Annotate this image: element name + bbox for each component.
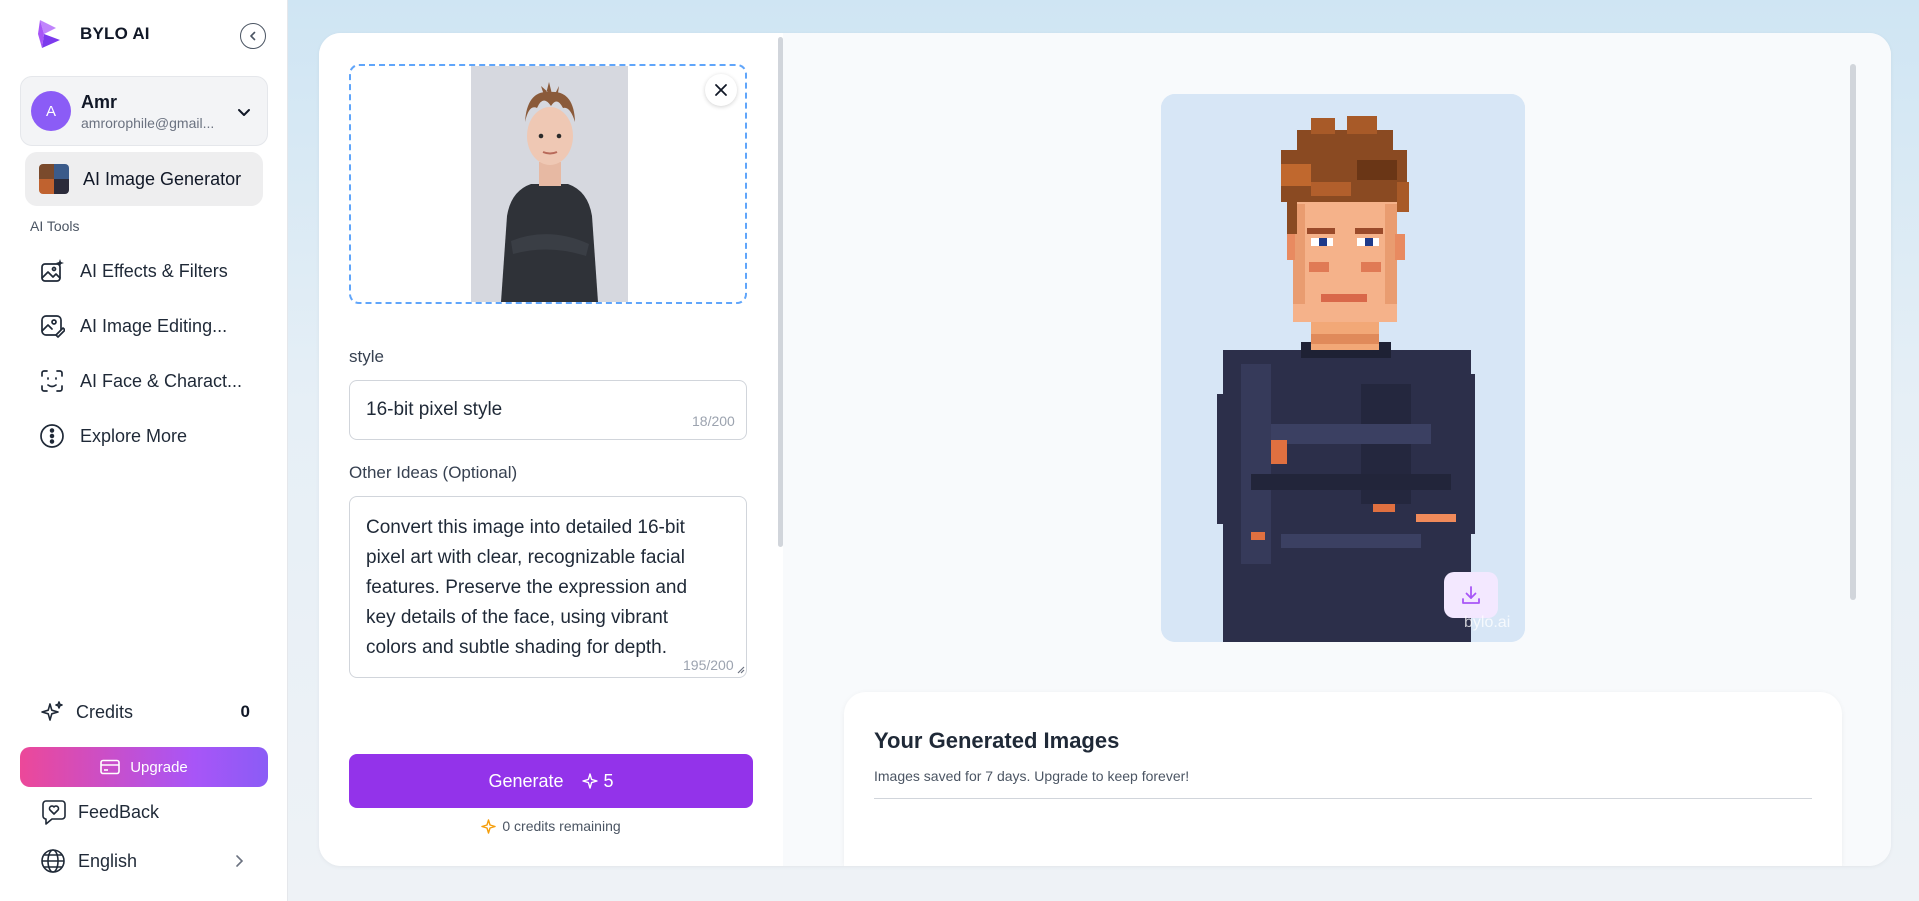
- sidebar-item-label: AI Image Generator: [83, 168, 242, 189]
- image-edit-icon: [38, 312, 66, 340]
- style-counter: 18/200: [692, 413, 735, 429]
- avatar: A: [31, 91, 71, 131]
- account-name: Amr: [81, 91, 118, 112]
- pixel-art-portrait: [1161, 94, 1525, 642]
- account-email: amrorophile@gmail...: [81, 114, 215, 131]
- other-ideas-textarea[interactable]: Convert this image into detailed 16-bit …: [349, 496, 747, 678]
- sidebar-item-ai-effects-filters[interactable]: AI Effects & Filters: [38, 254, 268, 288]
- watermark: bylo.ai: [1464, 614, 1511, 631]
- sidebar-item-ai-image-generator[interactable]: AI Image Generator: [25, 152, 263, 206]
- upgrade-label: Upgrade: [130, 758, 188, 776]
- result-panel-scrollbar[interactable]: [1850, 64, 1856, 600]
- generate-button[interactable]: Generate 5: [349, 754, 753, 808]
- credits-remaining-text: 0 credits remaining: [502, 818, 621, 834]
- sidebar-item-label: AI Effects & Filters: [80, 260, 228, 281]
- chevron-left-icon: [250, 31, 256, 41]
- credits-row: Credits 0: [40, 700, 250, 724]
- gallery-title: Your Generated Images: [874, 728, 1120, 753]
- image-generator-thumbnail: [39, 164, 69, 194]
- credits-value: 0: [240, 702, 250, 721]
- language-label: English: [78, 850, 138, 871]
- face-scan-icon: [38, 367, 66, 395]
- heart-chat-icon: [42, 800, 66, 825]
- ideas-counter: 195/200: [683, 657, 734, 673]
- generated-image: bylo.ai: [1161, 94, 1525, 642]
- style-input[interactable]: 16-bit pixel style: [349, 380, 747, 440]
- account-switcher[interactable]: A Amr amrorophile@gmail...: [20, 76, 268, 146]
- generate-label: Generate: [488, 770, 564, 791]
- credit-card-icon: [100, 759, 121, 775]
- sidebar-item-label: AI Face & Charact...: [80, 370, 243, 391]
- upgrade-button[interactable]: Upgrade: [20, 747, 268, 787]
- gallery-subtitle: Images saved for 7 days. Upgrade to keep…: [874, 768, 1190, 784]
- sidebar-item-ai-image-editing[interactable]: AI Image Editing...: [38, 309, 268, 343]
- generated-images-panel: Your Generated Images Images saved for 7…: [844, 692, 1842, 866]
- remove-image-button[interactable]: [705, 74, 737, 106]
- credits-label: Credits: [76, 701, 134, 722]
- brand-name: BYLO AI: [80, 24, 150, 43]
- globe-icon: [41, 849, 65, 873]
- style-label: style: [349, 347, 384, 366]
- image-upload-area[interactable]: [349, 64, 747, 304]
- other-ideas-label: Other Ideas (Optional): [349, 463, 518, 482]
- generate-cost: 5: [581, 770, 614, 792]
- download-button[interactable]: [1444, 572, 1498, 618]
- feedback-label: FeedBack: [78, 801, 160, 822]
- download-icon: [1462, 586, 1480, 604]
- sparkle-icon: [581, 773, 598, 789]
- close-icon: [715, 84, 727, 96]
- resize-handle-icon[interactable]: [736, 665, 745, 674]
- sidebar-item-ai-face-character[interactable]: AI Face & Charact...: [38, 364, 268, 398]
- sidebar-item-explore-more[interactable]: Explore More: [38, 419, 268, 453]
- section-label-ai-tools: AI Tools: [30, 218, 80, 234]
- credits-remaining: 0 credits remaining: [349, 818, 753, 834]
- bylo-logo-icon: [38, 20, 60, 48]
- collapse-sidebar-button[interactable]: [240, 23, 266, 49]
- sidebar-item-label: AI Image Editing...: [80, 315, 228, 336]
- chevron-down-icon: [238, 109, 250, 116]
- more-dots-icon: [38, 422, 66, 450]
- divider: [874, 798, 1812, 799]
- image-sparkle-icon: [38, 257, 66, 285]
- language-selector[interactable]: English: [40, 848, 246, 874]
- generate-cost-value: 5: [603, 770, 614, 791]
- input-panel: style 16-bit pixel style 18/200 Other Id…: [319, 33, 783, 866]
- uploaded-photo: [471, 66, 628, 302]
- sidebar-item-label: Explore More: [80, 425, 188, 446]
- chevron-right-icon: [236, 855, 244, 867]
- generator-card: style 16-bit pixel style 18/200 Other Id…: [319, 33, 1891, 866]
- sparkle-icon: [481, 818, 497, 834]
- feedback-link[interactable]: FeedBack: [40, 798, 159, 826]
- sidebar: BYLO AI A Amr amrorophile@gmail... AI Im…: [0, 0, 288, 901]
- brand[interactable]: BYLO AI: [36, 18, 150, 50]
- sparkles-icon: [41, 701, 63, 721]
